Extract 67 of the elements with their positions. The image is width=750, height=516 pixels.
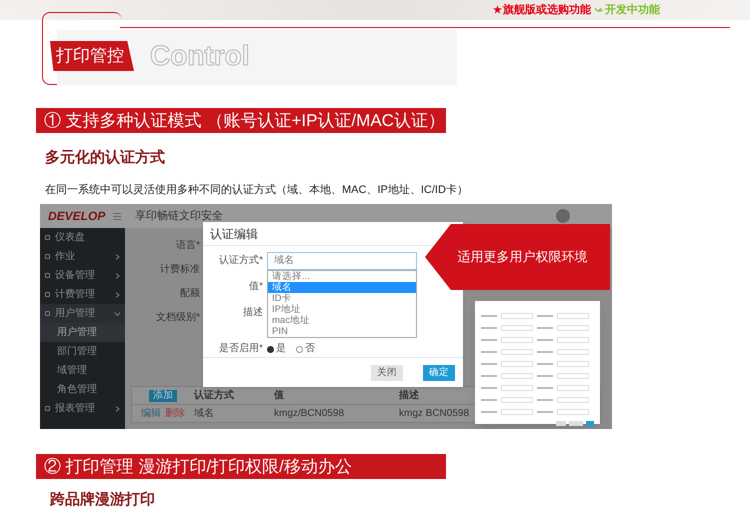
dropdown-option[interactable]: mac地址 — [268, 315, 416, 326]
add-button[interactable]: 添加 — [149, 390, 177, 402]
legend-label: 开发中功能 — [605, 2, 660, 18]
dropdown-option[interactable]: IP地址 — [268, 304, 416, 315]
close-button[interactable]: 关闭 — [371, 364, 403, 380]
nav-icon — [45, 406, 50, 411]
chevron-icon — [115, 406, 120, 412]
nav-icon — [45, 273, 50, 278]
chevron-icon — [115, 292, 120, 298]
form-label: 配额 — [180, 288, 200, 300]
form-label: 计费标准 — [160, 264, 200, 276]
form-label: 语言* — [176, 240, 200, 252]
sidebar-subitem[interactable]: 用户管理 — [40, 323, 125, 342]
chapter-title: 打印管控 — [50, 41, 134, 71]
sidebar-item[interactable]: 设备管理 — [40, 266, 125, 285]
column-header: 描述 — [399, 390, 420, 402]
menu-icon[interactable] — [113, 212, 121, 220]
dropdown-option[interactable]: ID卡 — [268, 293, 416, 304]
form-label: 文档级别* — [156, 312, 200, 324]
legend-label: 旗舰版或选购功能 — [503, 2, 591, 18]
section-description: 在同一系统中可以灵活使用多种不同的认证方式（域、本地、MAC、IP地址、IC/ID卡） — [45, 182, 469, 198]
sidebar-subitem[interactable]: 域管理 — [40, 361, 125, 380]
dropdown-option[interactable]: 域名 — [268, 282, 416, 293]
app-logo: DEVELOP — [48, 210, 106, 222]
confirm-button[interactable]: 确定 — [423, 364, 455, 380]
nav-icon — [45, 254, 50, 259]
nav-icon — [45, 311, 50, 316]
select-field[interactable]: 域名 — [267, 252, 417, 270]
radio-label: 否 — [305, 343, 315, 355]
radio-label: 是 — [276, 343, 286, 355]
radio-button[interactable] — [296, 346, 303, 352]
field-label: 认证方式* — [219, 255, 263, 267]
column-header: 值 — [274, 390, 285, 402]
callout-banner: 适用更多用户权限环境 — [425, 224, 610, 290]
sidebar-item[interactable]: 报表管理 — [40, 399, 125, 418]
sidebar-item[interactable]: 计费管理 — [40, 285, 125, 304]
app-title: 享印畅链文印安全 — [135, 210, 223, 222]
dropdown-option[interactable]: 请选择... — [268, 271, 416, 282]
field-label: 描述 — [243, 307, 263, 319]
field-label: 值* — [249, 281, 263, 293]
nav-icon — [45, 292, 50, 297]
section-title-bar: ② 打印管理 漫游打印/打印权限/移动办公 — [36, 454, 446, 479]
dropdown-option[interactable]: PIN — [268, 326, 416, 337]
sidebar-subitem[interactable]: 部门管理 — [40, 342, 125, 361]
sidebar-item[interactable]: 用户管理 — [40, 304, 125, 323]
section-subtitle: 跨品牌漫游打印 — [50, 490, 156, 510]
avatar-icon — [556, 209, 570, 223]
section-subtitle: 多元化的认证方式 — [45, 148, 166, 168]
nav-icon — [45, 235, 50, 240]
chapter-subtitle: Control — [150, 39, 250, 73]
section-title-bar: ① 支持多种认证模式 （账号认证+IP认证/MAC认证） — [36, 108, 446, 133]
table-cell-text: 域名 — [194, 408, 215, 420]
column-header: 认证方式 — [194, 390, 235, 402]
sidebar-item[interactable]: 仪表盘 — [40, 228, 125, 247]
field-label: 是否启用* — [218, 343, 263, 355]
sidebar-item[interactable]: 作业 — [40, 247, 125, 266]
dialog-title: 认证编辑 — [210, 228, 258, 240]
star-icon: ★ — [493, 2, 502, 18]
table-cell-text: kmgz/BCN0598 — [274, 408, 346, 420]
radio-button[interactable] — [267, 346, 274, 352]
chevron-icon — [115, 254, 120, 260]
chevron-icon — [115, 272, 120, 278]
sidebar-subitem[interactable]: 角色管理 — [40, 380, 125, 399]
edit-link[interactable]: 编辑 — [141, 408, 161, 420]
leaf-icon — [595, 7, 604, 13]
chevron-icon — [114, 311, 120, 316]
table-cell-text: kmgz BCN0598 — [399, 408, 470, 420]
